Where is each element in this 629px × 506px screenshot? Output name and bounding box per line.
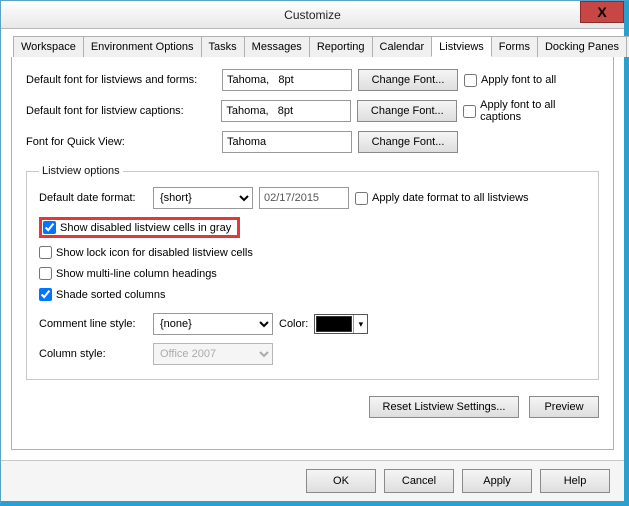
tab-strip: WorkspaceEnvironment OptionsTasksMessage…: [13, 35, 614, 57]
default-date-sample: [259, 187, 349, 209]
default-date-format-label: Default date format:: [39, 192, 147, 204]
tab-panel-listviews: Default font for listviews and forms: Ch…: [11, 57, 614, 450]
show-disabled-gray-label: Show disabled listview cells in gray: [60, 222, 231, 234]
tab-tasks[interactable]: Tasks: [201, 36, 245, 57]
window-title: Customize: [284, 8, 341, 22]
font-quick-view-value[interactable]: [222, 131, 352, 153]
apply-font-all-label: Apply font to all: [481, 74, 556, 86]
color-swatch-icon: [316, 316, 352, 332]
comment-line-style-label: Comment line style:: [39, 318, 147, 330]
highlighted-option: Show disabled listview cells in gray: [39, 217, 240, 238]
shade-sorted-wrap[interactable]: Shade sorted columns: [39, 288, 165, 301]
apply-date-all-checkbox[interactable]: [355, 192, 368, 205]
apply-date-all-label: Apply date format to all listviews: [372, 192, 529, 204]
apply-font-all-captions-checkbox[interactable]: [463, 105, 476, 118]
tab-docking-panes[interactable]: Docking Panes: [537, 36, 627, 57]
tab-environment-options[interactable]: Environment Options: [83, 36, 202, 57]
change-font-quick-view-button[interactable]: Change Font...: [358, 131, 458, 153]
change-font-lv-forms-button[interactable]: Change Font...: [358, 69, 458, 91]
column-style-select: Office 2007: [153, 343, 273, 365]
preview-button[interactable]: Preview: [529, 396, 599, 418]
default-font-listviews-forms-value[interactable]: [222, 69, 352, 91]
apply-font-all-captions-wrap[interactable]: Apply font to all captions: [463, 99, 599, 123]
close-icon: X: [597, 4, 606, 20]
tab-forms[interactable]: Forms: [491, 36, 538, 57]
shade-sorted-label: Shade sorted columns: [56, 289, 165, 301]
multi-line-headings-label: Show multi-line column headings: [56, 268, 217, 280]
default-font-captions-value[interactable]: [221, 100, 351, 122]
column-style-label: Column style:: [39, 348, 147, 360]
chevron-down-icon: ▾: [353, 315, 367, 333]
tab-workspace[interactable]: Workspace: [13, 36, 84, 57]
help-button[interactable]: Help: [540, 469, 610, 493]
change-font-captions-button[interactable]: Change Font...: [357, 100, 457, 122]
multi-line-headings-wrap[interactable]: Show multi-line column headings: [39, 267, 217, 280]
default-date-format-select[interactable]: {short}: [153, 187, 253, 209]
show-lock-icon-label: Show lock icon for disabled listview cel…: [56, 247, 253, 259]
color-label: Color:: [279, 318, 308, 330]
ok-button[interactable]: OK: [306, 469, 376, 493]
apply-button[interactable]: Apply: [462, 469, 532, 493]
client-area: WorkspaceEnvironment OptionsTasksMessage…: [1, 29, 624, 501]
dialog-buttons: OK Cancel Apply Help: [1, 460, 624, 501]
titlebar: Customize X: [1, 1, 624, 29]
apply-date-all-wrap[interactable]: Apply date format to all listviews: [355, 192, 529, 205]
apply-font-all-wrap[interactable]: Apply font to all: [464, 74, 556, 87]
tab-reporting[interactable]: Reporting: [309, 36, 373, 57]
default-font-listviews-forms-label: Default font for listviews and forms:: [26, 74, 216, 86]
customize-dialog: Customize X WorkspaceEnvironment Options…: [0, 0, 629, 506]
multi-line-headings-checkbox[interactable]: [39, 267, 52, 280]
show-lock-icon-checkbox[interactable]: [39, 246, 52, 259]
comment-line-style-select[interactable]: {none}: [153, 313, 273, 335]
apply-font-all-checkbox[interactable]: [464, 74, 477, 87]
close-button[interactable]: X: [580, 1, 624, 23]
cancel-button[interactable]: Cancel: [384, 469, 454, 493]
tab-calendar[interactable]: Calendar: [372, 36, 433, 57]
tab-listviews[interactable]: Listviews: [431, 36, 492, 57]
default-font-captions-label: Default font for listview captions:: [26, 105, 215, 117]
tab-messages[interactable]: Messages: [244, 36, 310, 57]
font-quick-view-label: Font for Quick View:: [26, 136, 216, 148]
shade-sorted-checkbox[interactable]: [39, 288, 52, 301]
comment-color-picker[interactable]: ▾: [314, 314, 368, 334]
reset-listview-settings-button[interactable]: Reset Listview Settings...: [369, 396, 519, 418]
show-disabled-gray-checkbox[interactable]: [43, 221, 56, 234]
show-lock-icon-wrap[interactable]: Show lock icon for disabled listview cel…: [39, 246, 253, 259]
panel-actions: Reset Listview Settings... Preview: [26, 396, 599, 418]
listview-options-group: Listview options Default date format: {s…: [26, 165, 599, 380]
apply-font-all-captions-label: Apply font to all captions: [480, 99, 599, 123]
listview-options-legend: Listview options: [39, 165, 123, 177]
